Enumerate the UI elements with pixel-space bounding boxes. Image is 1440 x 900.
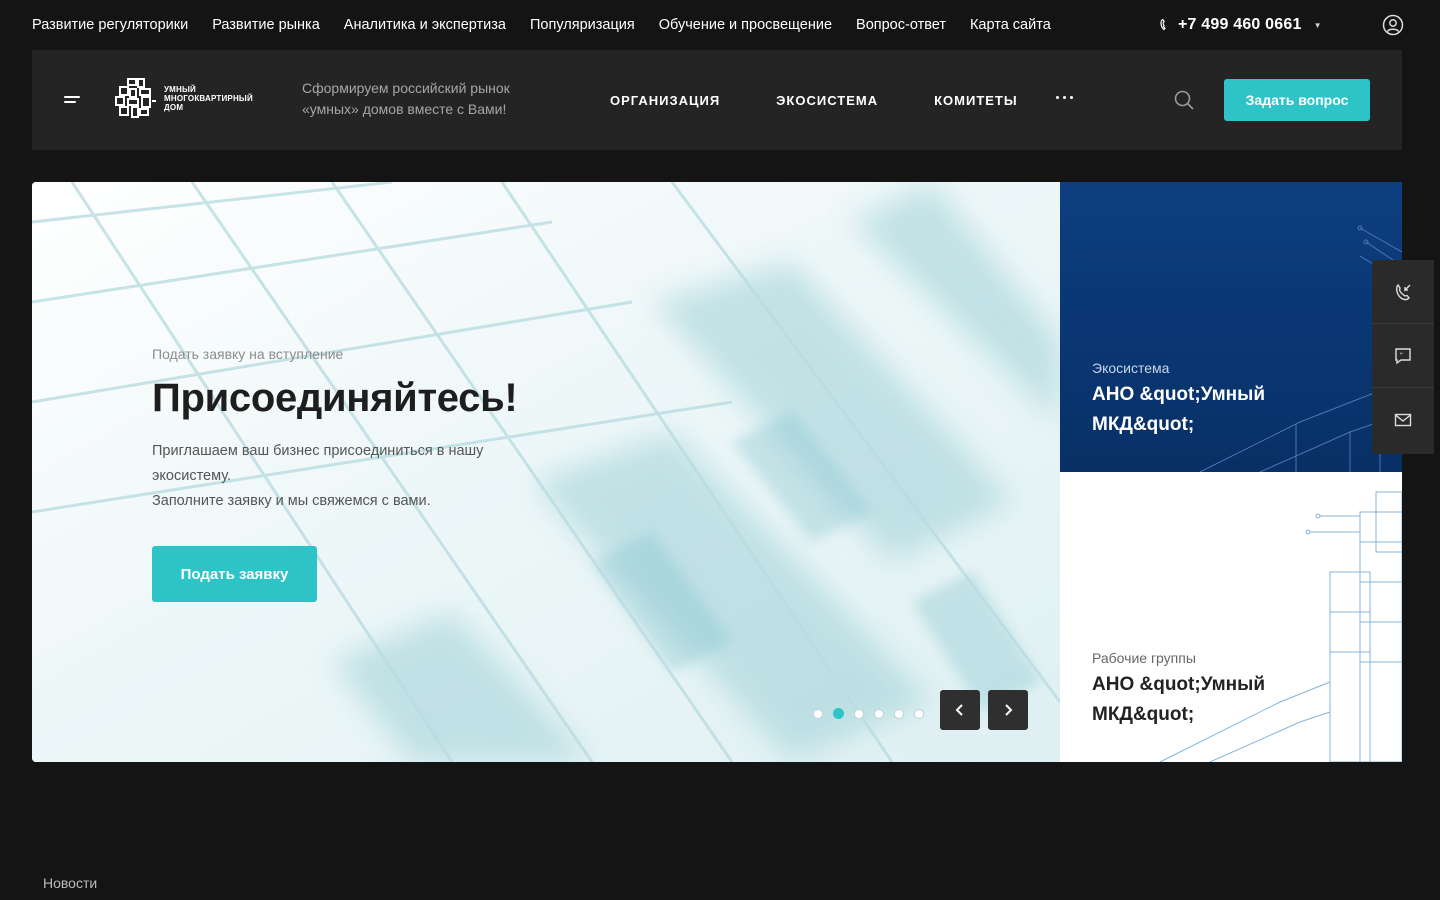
slider-pagination [813, 708, 924, 719]
hero-text: Приглашаем ваш бизнес присоединиться в н… [152, 443, 484, 509]
phone-dropdown[interactable]: +7 499 460 0661 ▼ [1158, 0, 1321, 50]
callback-icon [1396, 283, 1411, 300]
topnav-item-regulatory[interactable]: Развитие регуляторики [32, 17, 188, 33]
main-nav: Организация Экосистема Комитеты [610, 50, 1074, 150]
card-title: АНО &quot;Умный МКД&quot; [1092, 674, 1266, 725]
main-header: Умный многоквартирный дом Сформируем рос… [32, 50, 1402, 150]
svg-text:“: “ [1400, 351, 1404, 359]
more-menu-icon[interactable] [1056, 96, 1078, 104]
topnav-item-analytics[interactable]: Аналитика и экспертиза [344, 17, 506, 33]
nav-item-organization[interactable]: Организация [610, 93, 720, 108]
hero-content: Подать заявку на вступление Присоединяйт… [152, 346, 572, 514]
chevron-left-icon [955, 704, 963, 716]
mail-icon [1394, 413, 1412, 427]
callback-button[interactable] [1372, 260, 1434, 324]
chevron-right-icon [1005, 704, 1013, 716]
floating-contact-panel: “ [1372, 260, 1434, 454]
topnav-item-market[interactable]: Развитие рынка [212, 17, 320, 33]
chat-button[interactable]: “ [1372, 324, 1434, 388]
news-section-title: Новости [43, 875, 98, 891]
slide-dot-active[interactable] [833, 708, 844, 719]
slide-dot[interactable] [914, 708, 924, 719]
top-nav: Развитие регуляторики Развитие рынка Ана… [32, 0, 1051, 50]
phone-number: +7 499 460 0661 [1178, 16, 1302, 33]
search-icon[interactable] [1172, 88, 1196, 112]
card-label: Экосистема [1092, 360, 1170, 376]
card-ecosystem[interactable]: Экосистема АНО &quot;Умный МКД&quot; [1060, 182, 1402, 472]
top-bar: Развитие регуляторики Развитие рынка Ана… [0, 0, 1440, 50]
nav-item-ecosystem[interactable]: Экосистема [776, 93, 878, 108]
slide-dot[interactable] [854, 708, 864, 719]
user-icon[interactable] [1382, 14, 1404, 36]
card-title: АНО &quot;Умный МКД&quot; [1092, 384, 1266, 435]
nav-item-committees[interactable]: Комитеты [934, 93, 1018, 108]
slider-next-button[interactable] [988, 690, 1028, 730]
slide-dot[interactable] [894, 708, 904, 719]
apply-button[interactable]: Подать заявку [152, 546, 317, 602]
topnav-item-popularization[interactable]: Популяризация [530, 17, 635, 33]
ask-question-button[interactable]: Задать вопрос [1224, 79, 1370, 121]
phone-icon [1160, 18, 1166, 31]
hero-title: Присоединяйтесь! [152, 376, 518, 420]
topnav-item-faq[interactable]: Вопрос-ответ [856, 17, 946, 33]
logo-mark [115, 78, 156, 118]
card-label: Рабочие группы [1092, 650, 1196, 666]
slogan: Сформируем российский рынок «умных» домо… [302, 80, 510, 117]
slider-prev-button[interactable] [940, 690, 980, 730]
slide-dot[interactable] [874, 708, 884, 719]
chat-icon: “ [1395, 347, 1411, 364]
chevron-down-icon: ▼ [1313, 20, 1322, 30]
logo[interactable]: Умный многоквартирный дом [114, 77, 253, 119]
hero-kicker: Подать заявку на вступление [152, 346, 344, 362]
email-button[interactable] [1372, 388, 1434, 452]
menu-icon[interactable] [62, 90, 84, 110]
hero-slider: Подать заявку на вступление Присоединяйт… [32, 182, 1060, 762]
slide-dot[interactable] [813, 708, 823, 719]
topnav-item-education[interactable]: Обучение и просвещение [659, 17, 832, 33]
logo-text: Умный многоквартирный дом [164, 84, 253, 112]
card-working-groups[interactable]: Рабочие группы АНО &quot;Умный МКД&quot; [1060, 472, 1402, 762]
topnav-item-sitemap[interactable]: Карта сайта [970, 17, 1051, 33]
